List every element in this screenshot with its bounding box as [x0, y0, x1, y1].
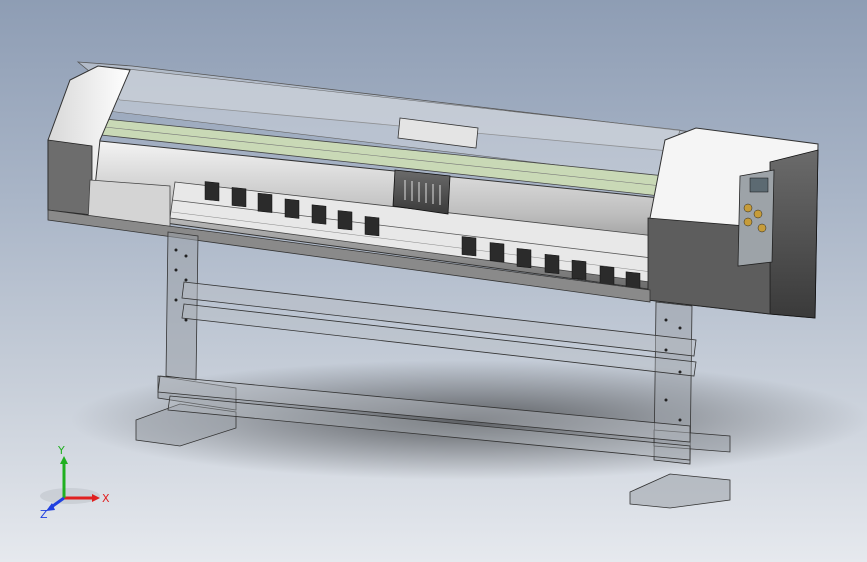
panel-button[interactable]: [753, 209, 763, 219]
coordinate-triad[interactable]: X Y Z: [30, 440, 120, 530]
z-axis-label: Z: [40, 508, 48, 521]
control-panel[interactable]: [737, 169, 775, 267]
lcd-display: [749, 177, 769, 193]
panel-button[interactable]: [743, 217, 753, 227]
y-axis-label: Y: [57, 444, 65, 457]
x-axis-label: X: [102, 492, 110, 505]
right-end-cap: [647, 127, 819, 319]
panel-button[interactable]: [743, 203, 753, 213]
graphics-viewport[interactable]: X Y Z: [0, 0, 867, 562]
panel-button[interactable]: [757, 223, 767, 233]
printer-model[interactable]: [0, 0, 867, 562]
